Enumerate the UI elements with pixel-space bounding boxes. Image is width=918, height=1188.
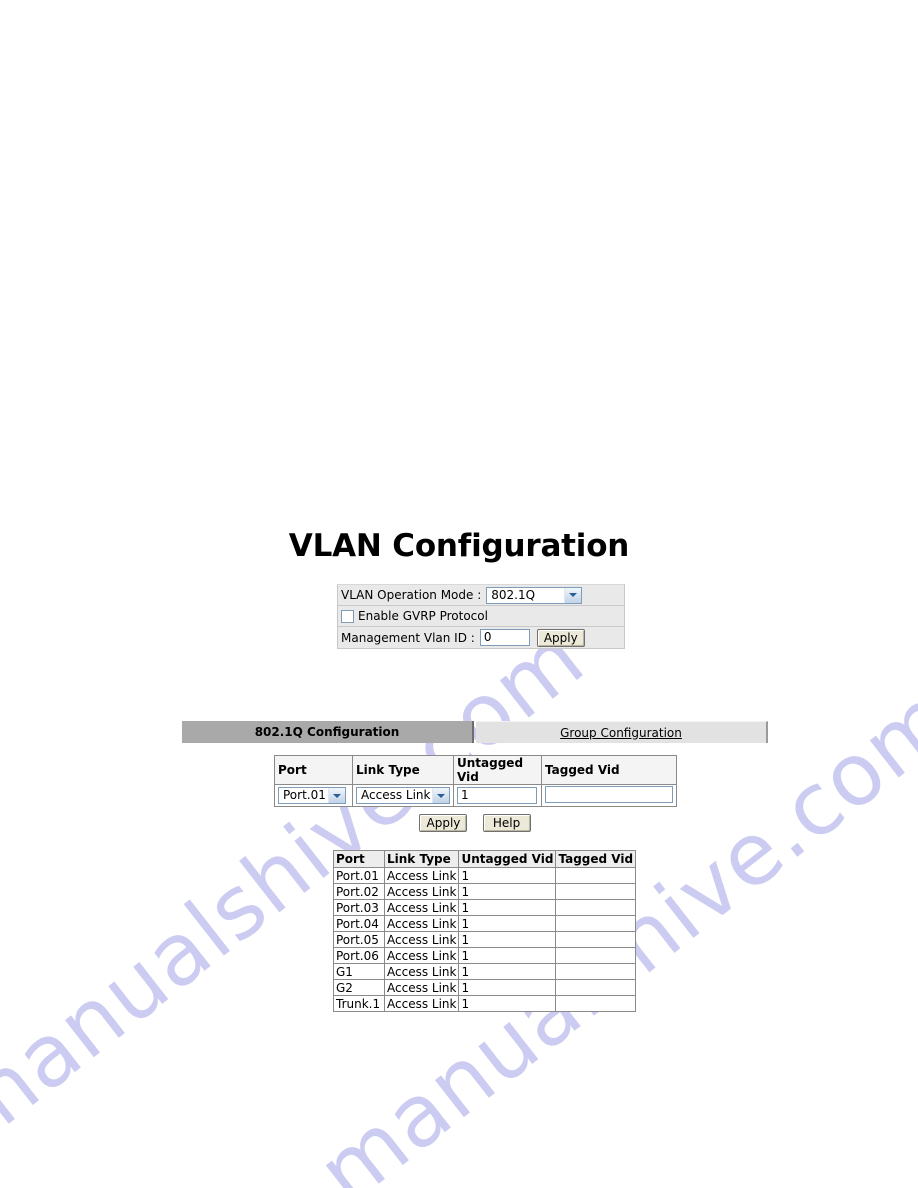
entry-header-tagged-vid: Tagged Vid <box>541 755 677 785</box>
management-vlan-id-input[interactable]: 0 <box>479 629 530 646</box>
management-vlan-row: Management Vlan ID : 0 Apply <box>338 627 624 648</box>
cell-untagged-vid: 1 <box>458 931 557 948</box>
mode-apply-button[interactable]: Apply <box>536 628 585 647</box>
help-button[interactable]: Help <box>482 814 531 832</box>
entry-header-link-type: Link Type <box>352 755 454 785</box>
cell-tagged-vid <box>555 915 637 932</box>
management-vlan-id-label: Management Vlan ID : <box>341 630 475 645</box>
apply-button[interactable]: Apply <box>419 814 468 832</box>
table-row: Port.02 Access Link 1 <box>333 883 637 900</box>
tab-8021q-configuration-label: 802.1Q Configuration <box>254 725 400 739</box>
table-row: Port.01 Access Link 1 <box>333 867 637 884</box>
cell-tagged-vid <box>555 931 637 948</box>
result-header-tagged-vid: Tagged Vid <box>555 850 637 868</box>
configuration-tabbar: 802.1Q Configuration Group Configuration <box>182 721 768 743</box>
tagged-vid-input[interactable] <box>545 785 673 803</box>
cell-port: G1 <box>333 963 385 980</box>
cell-port: Trunk.1 <box>333 995 385 1012</box>
cell-tagged-vid <box>555 947 637 964</box>
cell-link-type: Access Link <box>383 963 460 980</box>
cell-untagged-vid: 1 <box>458 995 557 1012</box>
vlan-entry-form-table: Port Link Type Untagged Vid Tagged Vid P… <box>274 755 677 807</box>
vlan-configuration-page: VLAN Configuration VLAN Operation Mode :… <box>0 0 918 1188</box>
cell-link-type: Access Link <box>383 995 460 1012</box>
table-row: G2 Access Link 1 <box>333 979 637 996</box>
table-row: Port.04 Access Link 1 <box>333 915 637 932</box>
cell-port: Port.01 <box>333 867 385 884</box>
vlan-operation-mode-label: VLAN Operation Mode : <box>341 588 482 602</box>
vlan-operation-mode-value: 802.1Q <box>491 587 536 602</box>
tab-group-configuration[interactable]: Group Configuration <box>476 721 768 743</box>
entry-cell-untagged-vid: 1 <box>453 784 542 807</box>
cell-link-type: Access Link <box>383 931 460 948</box>
result-header-link-type: Link Type <box>383 850 460 868</box>
vlan-port-table: Port Link Type Untagged Vid Tagged Vid P… <box>333 850 637 1012</box>
entry-header-port: Port <box>274 755 353 785</box>
table-row: Trunk.1 Access Link 1 <box>333 995 637 1012</box>
table-row: G1 Access Link 1 <box>333 963 637 980</box>
entry-cell-port: Port.01 <box>274 784 353 807</box>
cell-port: G2 <box>333 979 385 996</box>
enable-gvrp-label: Enable GVRP Protocol <box>358 609 488 623</box>
cell-port: Port.02 <box>333 883 385 900</box>
tab-group-configuration-label: Group Configuration <box>560 725 682 740</box>
action-button-bar: Apply Help <box>274 812 676 832</box>
entry-form-header-row: Port Link Type Untagged Vid Tagged Vid <box>274 755 677 785</box>
gvrp-row: Enable GVRP Protocol <box>338 606 624 627</box>
cell-tagged-vid <box>555 995 637 1012</box>
cell-port: Port.04 <box>333 915 385 932</box>
port-select[interactable]: Port.01 <box>278 787 346 804</box>
cell-untagged-vid: 1 <box>458 947 557 964</box>
port-select-value: Port.01 <box>283 788 326 802</box>
cell-untagged-vid: 1 <box>458 899 557 916</box>
cell-link-type: Access Link <box>383 867 460 884</box>
cell-port: Port.05 <box>333 931 385 948</box>
cell-tagged-vid <box>555 867 637 884</box>
cell-tagged-vid <box>555 963 637 980</box>
vlan-operation-mode-select[interactable]: 802.1Q <box>486 586 583 604</box>
table-row: Port.05 Access Link 1 <box>333 931 637 948</box>
link-type-select[interactable]: Access Link <box>356 787 450 804</box>
result-header-untagged-vid: Untagged Vid <box>458 850 557 868</box>
cell-port: Port.03 <box>333 899 385 916</box>
cell-link-type: Access Link <box>383 899 460 916</box>
cell-untagged-vid: 1 <box>458 867 557 884</box>
cell-tagged-vid <box>555 979 637 996</box>
enable-gvrp-checkbox[interactable] <box>341 609 354 623</box>
cell-untagged-vid: 1 <box>458 883 557 900</box>
vlan-port-table-body: Port.01 Access Link 1 Port.02 Access Link 1 Po… <box>333 867 637 1012</box>
cell-tagged-vid <box>555 899 637 916</box>
entry-cell-tagged-vid <box>541 784 677 807</box>
entry-cell-link-type: Access Link <box>352 784 454 807</box>
result-header-port: Port <box>333 850 385 868</box>
cell-untagged-vid: 1 <box>458 979 557 996</box>
cell-link-type: Access Link <box>383 947 460 964</box>
vlan-operation-mode-row: VLAN Operation Mode : 802.1Q <box>338 585 624 606</box>
tab-8021q-configuration[interactable]: 802.1Q Configuration <box>182 721 474 743</box>
link-type-select-value: Access Link <box>361 788 431 802</box>
chevron-down-icon[interactable] <box>564 587 582 603</box>
chevron-down-icon[interactable] <box>328 788 345 803</box>
entry-header-untagged-vid: Untagged Vid <box>453 755 542 785</box>
untagged-vid-input[interactable]: 1 <box>457 787 537 804</box>
table-row: Port.03 Access Link 1 <box>333 899 637 916</box>
cell-link-type: Access Link <box>383 883 460 900</box>
cell-untagged-vid: 1 <box>458 963 557 980</box>
page-title: VLAN Configuration <box>288 528 630 564</box>
cell-link-type: Access Link <box>383 915 460 932</box>
vlan-port-table-header-row: Port Link Type Untagged Vid Tagged Vid <box>333 850 637 868</box>
cell-port: Port.06 <box>333 947 385 964</box>
chevron-down-icon[interactable] <box>432 788 449 803</box>
cell-untagged-vid: 1 <box>458 915 557 932</box>
table-row: Port.06 Access Link 1 <box>333 947 637 964</box>
cell-tagged-vid <box>555 883 637 900</box>
entry-form-input-row: Port.01 Access Link 1 <box>274 784 677 807</box>
cell-link-type: Access Link <box>383 979 460 996</box>
vlan-operation-mode-panel: VLAN Operation Mode : 802.1Q Enable GVRP… <box>337 584 625 649</box>
